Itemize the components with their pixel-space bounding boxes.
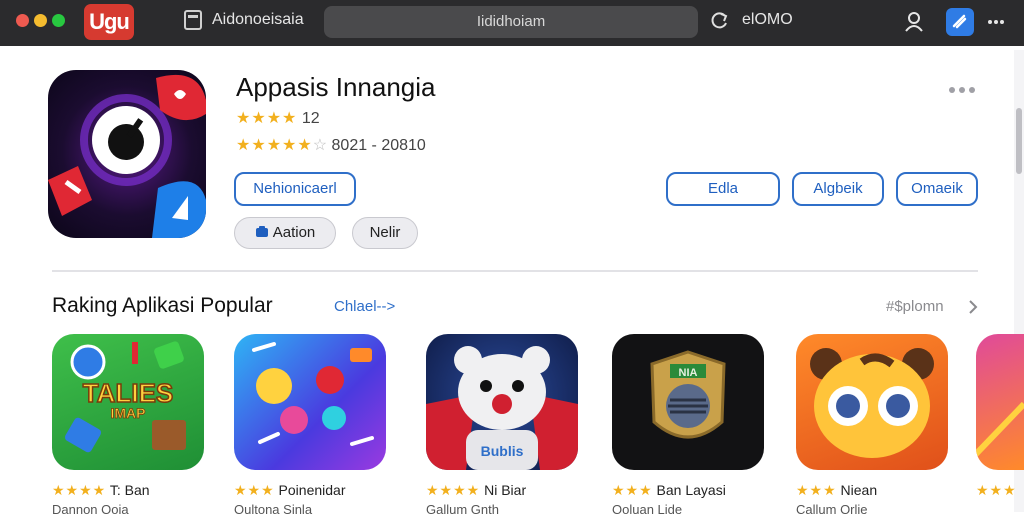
rating-detail-empty-star: ☆ xyxy=(312,137,328,154)
tile-2-caption: ★★★ Poinenidar xyxy=(234,482,345,499)
rating-detail: ★★★★★☆ 8021 - 20810 xyxy=(236,135,426,155)
tile-3-artwork: Bublis xyxy=(426,346,578,470)
section-divider xyxy=(52,270,978,272)
close-window-button[interactable] xyxy=(16,14,29,27)
rating-detail-stars: ★★★★★ xyxy=(236,137,313,154)
app-title: Appasis Innangia xyxy=(236,72,436,102)
rating-stars: ★★★★ xyxy=(236,110,298,127)
tile-4-name: Ban Layasi xyxy=(656,482,726,498)
app-tile-6[interactable] xyxy=(976,334,1024,470)
tile-4-art-title: NIA xyxy=(679,367,698,379)
action-icon xyxy=(255,226,268,237)
app-tile-5[interactable] xyxy=(796,334,948,470)
tile-2-stars: ★★★ xyxy=(234,482,275,498)
rating-summary: ★★★★ 12 xyxy=(236,108,320,128)
tile-1-artwork: TALIES IMAP xyxy=(64,341,186,453)
account-label[interactable]: elOMO xyxy=(742,11,793,29)
edla-button[interactable]: Edla xyxy=(666,172,780,206)
primary-action-button[interactable]: Nehionicaerl xyxy=(234,172,356,206)
tile-1-stars: ★★★★ xyxy=(52,482,107,498)
app-tile-4[interactable]: NIA xyxy=(612,334,764,470)
extension-icon xyxy=(952,14,967,29)
reload-icon[interactable] xyxy=(708,10,730,32)
tile-2-name: Poinenidar xyxy=(278,482,346,498)
tile-2-artwork xyxy=(252,342,374,446)
algbeik-button[interactable]: Algbeik xyxy=(792,172,884,206)
action-button-label: Aation xyxy=(272,224,316,241)
more-icon[interactable] xyxy=(986,12,1006,32)
section-filter[interactable]: #$plomn xyxy=(886,298,944,315)
title-bar: Ugu Aidonoeisaia Iididhoiam elOMO xyxy=(0,0,1024,46)
section-title: Raking Aplikasi Popular xyxy=(52,294,273,317)
tile-4-caption: ★★★ Ban Layasi xyxy=(612,482,726,499)
app-icon-artwork xyxy=(48,74,206,238)
tile-6-caption: ★★★ xyxy=(976,482,1017,499)
app-tile-3[interactable]: Bublis xyxy=(426,334,578,470)
tile-4-artwork: NIA xyxy=(650,350,726,439)
tile-1-caption: ★★★★ T: Ban xyxy=(52,482,150,499)
app-logo[interactable]: Ugu xyxy=(84,4,134,40)
tab-title[interactable]: Aidonoeisaia xyxy=(212,11,304,29)
tile-3-stars: ★★★★ xyxy=(426,482,481,498)
tile-3-art-title: Bublis xyxy=(481,443,524,459)
tile-4-stars: ★★★ xyxy=(612,482,653,498)
document-icon xyxy=(184,10,202,30)
tile-6-stars: ★★★ xyxy=(976,482,1017,498)
minimize-window-button[interactable] xyxy=(34,14,47,27)
extension-button[interactable] xyxy=(946,8,974,36)
tile-5-sub: Callum Orlie xyxy=(796,502,868,517)
see-all-link[interactable]: Chlael--> xyxy=(334,298,395,315)
tile-1-art-title: TALIES xyxy=(83,378,174,408)
scrollbar-thumb[interactable] xyxy=(1016,108,1022,174)
tile-5-name: Niean xyxy=(840,482,878,498)
rating-detail-text: 8021 - 20810 xyxy=(331,137,426,154)
tile-3-name: Ni Biar xyxy=(484,482,527,498)
tile-2-sub: Oultona Sinla xyxy=(234,502,313,517)
tile-5-caption: ★★★ Niean xyxy=(796,482,877,499)
tile-5-stars: ★★★ xyxy=(796,482,837,498)
tile-3-caption: ★★★★ Ni Biar xyxy=(426,482,526,499)
secondary-button[interactable]: Nelir xyxy=(352,217,418,249)
rating-count: 12 xyxy=(301,110,320,127)
omaeik-button[interactable]: Omaeik xyxy=(896,172,978,206)
app-tile-2[interactable] xyxy=(234,334,386,470)
chevron-right-icon[interactable] xyxy=(966,298,980,316)
app-icon xyxy=(48,70,206,238)
user-icon[interactable] xyxy=(902,9,926,33)
tile-1-art-sub: IMAP xyxy=(111,405,146,421)
tile-6-artwork xyxy=(976,401,1024,457)
tile-3-sub: Gallum Gnth xyxy=(426,502,499,517)
more-dots-icon[interactable] xyxy=(946,84,978,96)
app-tile-1[interactable]: TALIES IMAP xyxy=(52,334,204,470)
address-bar[interactable]: Iididhoiam xyxy=(324,6,698,38)
zoom-window-button[interactable] xyxy=(52,14,65,27)
tile-5-artwork xyxy=(810,348,934,458)
tile-4-sub: Ooluan Lide xyxy=(612,502,683,517)
tile-1-sub: Dannon Ooia xyxy=(52,502,129,517)
action-button[interactable]: Aation xyxy=(234,217,336,249)
tile-1-name: T: Ban xyxy=(109,482,150,498)
